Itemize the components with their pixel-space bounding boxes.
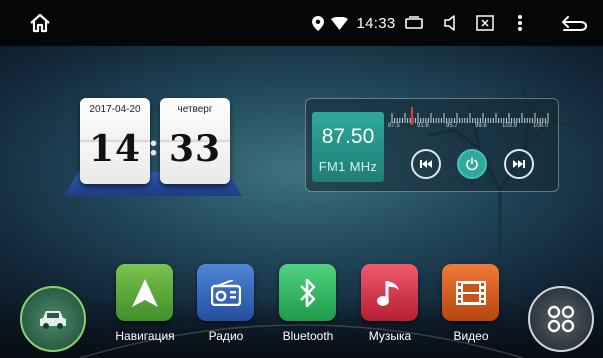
- status-bar: 14:33: [0, 0, 603, 46]
- navigation-arrow-icon: [131, 278, 158, 307]
- time-separator: :: [148, 128, 160, 163]
- seek-forward-button[interactable]: [504, 149, 534, 179]
- power-icon: [466, 157, 478, 171]
- scale-label: 108.0: [533, 123, 549, 129]
- app-radio[interactable]: Радио: [186, 264, 266, 344]
- minutes-card: четверг 33: [160, 98, 230, 184]
- hours-value: 14: [88, 128, 142, 170]
- scale-label: 95.7: [446, 123, 458, 129]
- app-label: Видео: [453, 329, 489, 343]
- app-navigation[interactable]: Навигация: [105, 264, 185, 344]
- frequency-display[interactable]: 87.50 FM1 MHz: [312, 112, 384, 182]
- scale-label: 99.8: [475, 123, 487, 129]
- status-time: 14:33: [356, 14, 396, 32]
- home-icon[interactable]: [20, 0, 60, 46]
- bluetooth-app-icon[interactable]: [279, 264, 336, 321]
- scale-label: 103.9: [502, 123, 518, 129]
- hours-card: 2017-04-20 14: [80, 98, 150, 184]
- film-icon: [455, 280, 486, 305]
- power-button[interactable]: [457, 149, 487, 179]
- radio-icon: [210, 279, 241, 306]
- more-icon[interactable]: [509, 0, 531, 46]
- radio-app-icon[interactable]: [197, 264, 254, 321]
- car-icon: [40, 311, 66, 329]
- navigation-app-icon[interactable]: [116, 264, 173, 321]
- location-icon: [309, 0, 327, 46]
- minutes-value: 33: [168, 128, 222, 170]
- band-label: FM1 MHz: [318, 159, 378, 174]
- radio-widget[interactable]: 87.50 FM1 MHz 87.5 91.6 95.7 99.8 103.9 …: [305, 98, 559, 192]
- scale-label: 87.5: [388, 123, 400, 129]
- frequency-value: 87.50: [321, 125, 375, 148]
- scale-label: 91.6: [417, 123, 429, 129]
- seek-back-icon: [420, 160, 432, 168]
- cast-icon[interactable]: [401, 0, 427, 46]
- clock-status: 14:33: [354, 0, 398, 46]
- car-settings-button[interactable]: [20, 286, 86, 352]
- app-video[interactable]: Видео: [431, 264, 511, 344]
- app-bluetooth[interactable]: Bluetooth: [268, 264, 348, 344]
- app-grid-icon: [547, 305, 575, 333]
- screenshot-icon[interactable]: [473, 0, 497, 46]
- video-app-icon[interactable]: [442, 264, 499, 321]
- all-apps-button[interactable]: [528, 286, 594, 352]
- music-note-icon: [376, 280, 399, 306]
- back-icon[interactable]: [557, 0, 591, 46]
- home-screen: 14:33 2017-04-20 14 : четверг 33 87.50 F…: [0, 0, 603, 358]
- music-app-icon[interactable]: [361, 264, 418, 321]
- bluetooth-icon: [299, 278, 315, 307]
- wifi-icon: [328, 0, 350, 46]
- volume-icon[interactable]: [439, 0, 463, 46]
- app-music[interactable]: Музыка: [350, 264, 430, 344]
- weekday-label: четверг: [177, 104, 213, 115]
- seek-forward-icon: [513, 160, 525, 168]
- date-label: 2017-04-20: [89, 104, 141, 115]
- seek-back-button[interactable]: [411, 149, 441, 179]
- tuning-scale[interactable]: [388, 107, 556, 125]
